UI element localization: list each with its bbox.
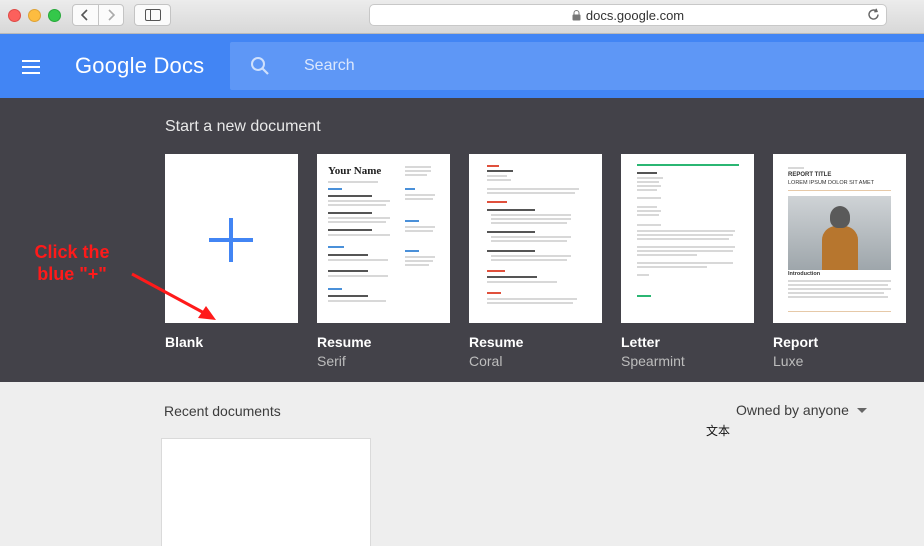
forward-button[interactable] <box>97 5 124 25</box>
app-logo[interactable]: Google Docs <box>75 53 204 79</box>
overlay-text: 文本 <box>706 424 731 438</box>
template-subtitle: Luxe <box>773 353 804 369</box>
address-bar[interactable]: docs.google.com <box>369 4 887 26</box>
template-letter-spearmint-thumbnail[interactable] <box>621 154 754 323</box>
owner-filter-label: Owned by anyone <box>736 402 849 418</box>
template-resume-serif-thumbnail[interactable]: Your Name <box>317 154 450 323</box>
minimize-window-button[interactable] <box>28 9 41 22</box>
template-resume-serif[interactable]: Your Name Resume Serif <box>317 154 450 369</box>
template-letter-spearmint[interactable]: Letter Spearmint <box>621 154 754 369</box>
thumbnail-text: Your Name <box>328 165 382 177</box>
template-subtitle: Spearmint <box>621 353 685 369</box>
template-report-luxe-thumbnail[interactable]: REPORT TITLE LOREM IPSUM DOLOR SIT AMET … <box>773 154 906 323</box>
template-name: Resume <box>469 334 524 350</box>
sidebar-icon <box>144 9 161 21</box>
thumbnail-text: REPORT TITLE <box>788 172 832 178</box>
recent-document-card[interactable] <box>161 438 371 546</box>
template-name: Resume <box>317 334 372 350</box>
report-cover-photo <box>788 196 891 270</box>
browser-toolbar: docs.google.com <box>0 0 924 34</box>
template-name: Report <box>773 334 819 350</box>
template-gallery: Start a new document Blank Your Name Res… <box>0 98 924 382</box>
chevron-right-icon <box>108 9 115 21</box>
app-header: Google Docs <box>0 34 924 98</box>
tutorial-callout: Click the blue "+" <box>34 242 110 284</box>
template-resume-coral-thumbnail[interactable] <box>469 154 602 323</box>
template-report-luxe[interactable]: REPORT TITLE LOREM IPSUM DOLOR SIT AMET … <box>773 154 906 369</box>
tutorial-arrow-icon <box>131 272 216 320</box>
lock-icon <box>572 9 581 21</box>
template-resume-coral[interactable]: Resume Coral <box>469 154 602 369</box>
url-text: docs.google.com <box>585 7 685 23</box>
back-button[interactable] <box>73 5 98 25</box>
search-icon[interactable] <box>250 56 270 81</box>
caret-down-icon <box>856 407 867 413</box>
search-box[interactable] <box>230 42 924 90</box>
thumbnail-text: Introduction <box>788 271 821 277</box>
thumbnail-text: LOREM IPSUM DOLOR SIT AMET <box>788 180 875 186</box>
zoom-window-button[interactable] <box>48 9 61 22</box>
template-subtitle: Serif <box>317 353 346 369</box>
template-gallery-heading: Start a new document <box>165 118 321 135</box>
chevron-left-icon <box>81 9 88 21</box>
template-subtitle: Coral <box>469 353 503 369</box>
sidebar-toggle-button[interactable] <box>134 4 171 26</box>
template-name: Letter <box>621 334 660 350</box>
owner-filter-dropdown[interactable]: Owned by anyone <box>736 402 867 418</box>
history-nav <box>72 4 124 26</box>
search-input[interactable] <box>304 54 864 78</box>
recent-documents-heading: Recent documents <box>164 403 281 419</box>
main-menu-icon[interactable] <box>22 60 40 74</box>
template-name: Blank <box>165 334 204 350</box>
close-window-button[interactable] <box>8 9 21 22</box>
reload-icon[interactable] <box>867 8 880 24</box>
